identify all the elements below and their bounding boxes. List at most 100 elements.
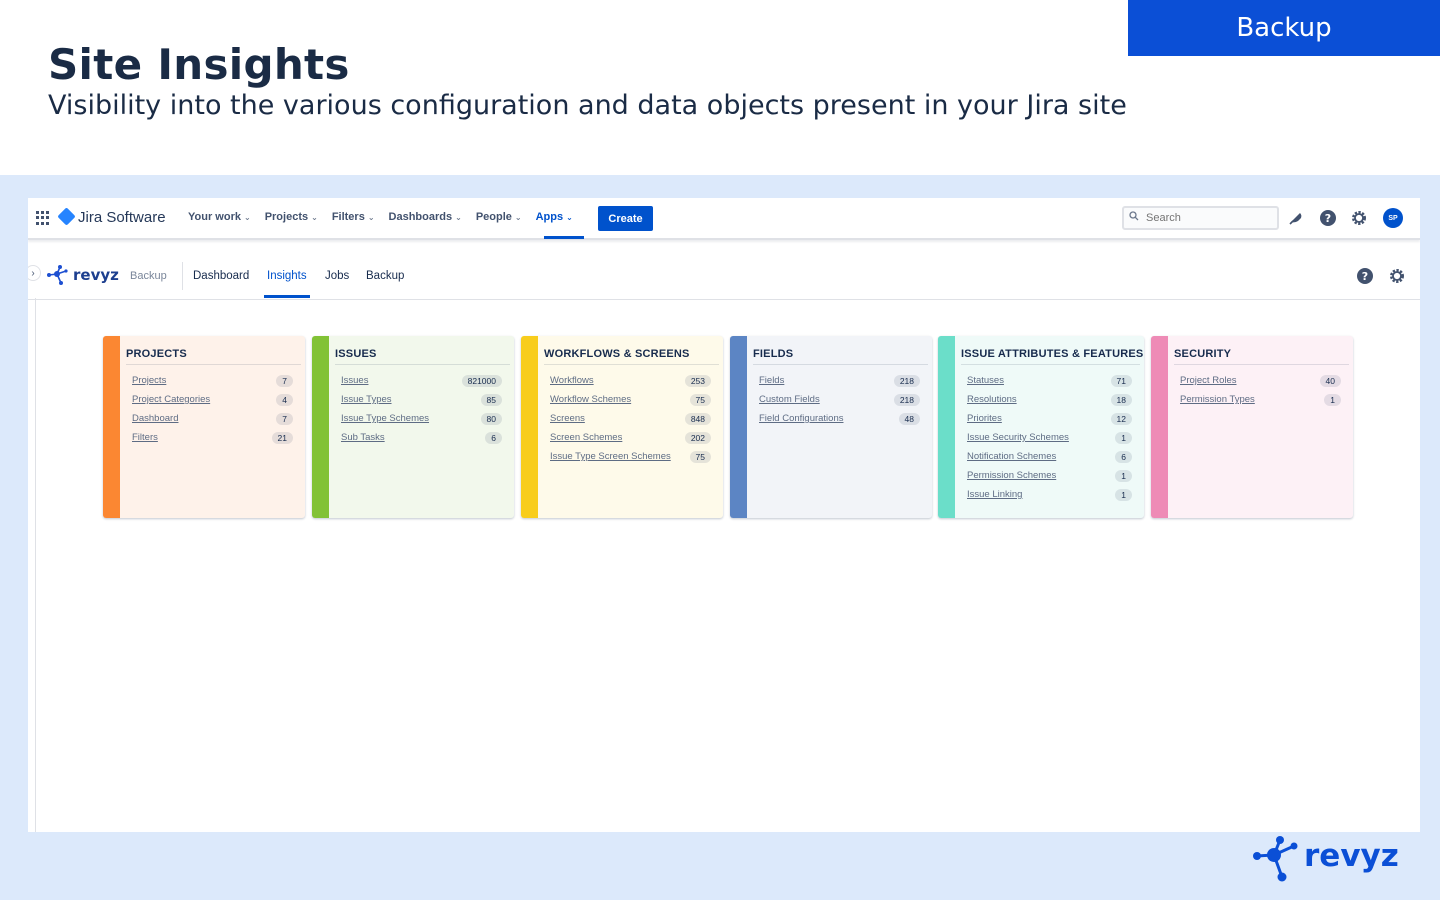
card-issue-attributes: ISSUE ATTRIBUTES & FEATURES Statuses 71 R…	[938, 336, 1144, 518]
count-badge: 75	[689, 393, 711, 406]
tab-insights[interactable]: Insights	[267, 270, 307, 282]
chevron-down-icon: ⌄	[243, 212, 251, 222]
sidebar-border	[35, 298, 36, 832]
nav-label: Dashboards	[388, 211, 453, 223]
section-badge: Backup	[1128, 0, 1440, 56]
item-link[interactable]: Project Categories	[132, 394, 210, 405]
list-item: Fields 218	[759, 371, 920, 390]
list-item: Workflow Schemes 75	[550, 390, 711, 409]
primary-nav: Your work ⌄ Projects ⌄ Filters ⌄ Dashboards…	[188, 211, 587, 223]
item-link[interactable]: Resolutions	[967, 394, 1017, 405]
item-link[interactable]: Statuses	[967, 375, 1004, 386]
item-link[interactable]: Workflows	[550, 375, 594, 386]
list-item: Project Roles 40	[1180, 371, 1341, 390]
app-switcher-icon[interactable]	[36, 211, 50, 225]
list-item: Issue Security Schemes 1	[967, 428, 1132, 447]
svg-text:?: ?	[1325, 212, 1331, 225]
item-link[interactable]: Notification Schemes	[967, 451, 1056, 462]
create-button[interactable]: Create	[598, 206, 653, 231]
item-link[interactable]: Permission Schemes	[967, 470, 1056, 481]
list-item: Permission Types 1	[1180, 390, 1341, 409]
list-item: Issue Type Schemes 80	[341, 409, 502, 428]
item-link[interactable]: Issue Security Schemes	[967, 432, 1069, 443]
slide-subtitle: Visibility into the various configuratio…	[48, 90, 1127, 121]
chevron-down-icon: ⌄	[367, 212, 375, 222]
jira-logo-icon[interactable]	[57, 207, 76, 226]
item-link[interactable]: Project Roles	[1180, 375, 1237, 386]
nav-dashboards[interactable]: Dashboards ⌄	[389, 211, 462, 223]
item-link[interactable]: Screen Schemes	[550, 432, 622, 443]
card-title: WORKFLOWS & SCREENS	[544, 348, 690, 360]
card-color-stripe	[938, 336, 955, 518]
chevron-down-icon: ⌄	[514, 212, 522, 222]
search-input[interactable]	[1146, 210, 1271, 226]
help-icon[interactable]: ?	[1319, 209, 1337, 227]
card-fields: FIELDS Fields 218 Custom Fields 218 Field …	[730, 336, 932, 518]
card-workflows-screens: WORKFLOWS & SCREENS Workflows 253 Workflo…	[521, 336, 723, 518]
item-link[interactable]: Permission Types	[1180, 394, 1255, 405]
nav-projects[interactable]: Projects ⌄	[265, 211, 318, 223]
item-link[interactable]: Issue Type Schemes	[341, 413, 429, 424]
avatar[interactable]: SP	[1383, 208, 1403, 228]
item-link[interactable]: Sub Tasks	[341, 432, 385, 443]
count-badge: 202	[684, 431, 711, 444]
item-link[interactable]: Priorites	[967, 413, 1002, 424]
list-item: Notification Schemes 6	[967, 447, 1132, 466]
card-color-stripe	[521, 336, 538, 518]
item-link[interactable]: Issues	[341, 375, 368, 386]
nav-people[interactable]: People ⌄	[476, 211, 522, 223]
count-badge: 253	[684, 374, 711, 387]
item-link[interactable]: Workflow Schemes	[550, 394, 631, 405]
item-link[interactable]: Issue Types	[341, 394, 392, 405]
item-link[interactable]: Issue Type Screen Schemes	[550, 451, 671, 462]
notifications-icon[interactable]	[1287, 209, 1305, 227]
expand-sidebar-button[interactable]: ›	[28, 265, 41, 281]
count-badge: 821000	[461, 374, 502, 387]
item-link[interactable]: Fields	[759, 375, 784, 386]
nav-apps[interactable]: Apps ⌄	[536, 211, 573, 223]
item-link[interactable]: Issue Linking	[967, 489, 1022, 500]
nav-label: Filters	[331, 211, 365, 223]
item-link[interactable]: Filters	[132, 432, 158, 443]
chevron-down-icon: ⌄	[566, 212, 573, 222]
settings-icon[interactable]	[1388, 267, 1406, 285]
help-icon[interactable]: ?	[1356, 267, 1374, 285]
count-badge: 85	[480, 393, 502, 406]
card-color-stripe	[730, 336, 747, 518]
search-box[interactable]	[1122, 206, 1279, 230]
item-link[interactable]: Custom Fields	[759, 394, 820, 405]
card-title: FIELDS	[753, 348, 794, 360]
revyz-brand-text: revyz	[1304, 838, 1399, 874]
list-item: Statuses 71	[967, 371, 1132, 390]
tab-dashboard[interactable]: Dashboard	[193, 270, 249, 282]
nav-filters[interactable]: Filters ⌄	[332, 211, 375, 223]
svg-text:?: ?	[1362, 270, 1368, 283]
nav-your-work[interactable]: Your work ⌄	[188, 211, 251, 223]
divider	[335, 364, 510, 365]
app-sub-nav: › revyz Backup Dashboard Insights Jobs B…	[28, 254, 1420, 300]
count-badge: 218	[893, 393, 920, 406]
nav-label: Apps	[535, 211, 564, 223]
revyz-logo-icon	[1253, 836, 1298, 882]
settings-icon[interactable]	[1350, 209, 1368, 227]
count-badge: 48	[898, 412, 920, 425]
item-link[interactable]: Dashboard	[132, 413, 178, 424]
revyz-logo-text[interactable]: revyz	[73, 266, 119, 284]
tab-jobs[interactable]: Jobs	[325, 270, 349, 282]
item-link[interactable]: Field Configurations	[759, 413, 844, 424]
product-name[interactable]: Jira Software	[78, 209, 166, 226]
item-link[interactable]: Screens	[550, 413, 585, 424]
count-badge: 218	[893, 374, 920, 387]
revyz-logo-icon	[47, 265, 68, 285]
nav-label: Your work	[188, 211, 241, 223]
tab-backup[interactable]: Backup	[366, 270, 404, 282]
active-tab-indicator	[264, 295, 310, 298]
card-title: ISSUES	[335, 348, 377, 360]
app-label: Backup	[130, 270, 167, 282]
list-item: Custom Fields 218	[759, 390, 920, 409]
item-link[interactable]: Projects	[132, 375, 166, 386]
count-badge: 6	[485, 431, 502, 444]
divider	[961, 364, 1140, 365]
card-color-stripe	[103, 336, 120, 518]
count-badge: 1	[1324, 393, 1341, 406]
